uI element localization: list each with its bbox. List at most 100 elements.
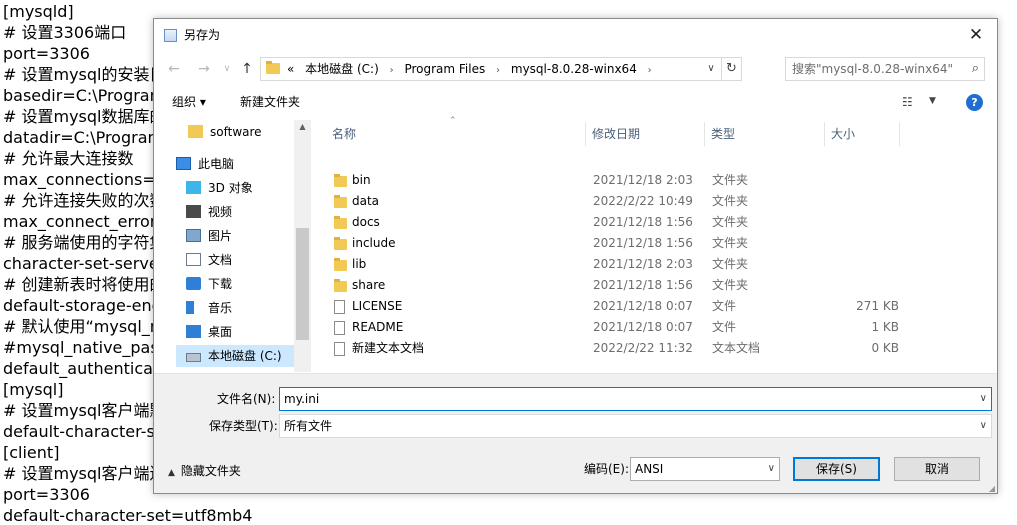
nav-item-this-pc[interactable]: 此电脑 [176, 153, 234, 175]
nav-item-downloads[interactable]: 下载 [186, 273, 232, 295]
nav-scrollbar[interactable]: ▲ [294, 120, 311, 372]
up-arrow-icon[interactable]: ↑ [237, 59, 257, 79]
table-row[interactable]: LICENSE 2021/12/18 0:07 文件 271 KB [314, 296, 997, 317]
table-row[interactable]: docs 2021/12/18 1:56 文件夹 [314, 212, 997, 233]
file-list: ⌃ 名称 修改日期 类型 大小 bin 2021/12/18 2:03 文件夹 … [314, 116, 997, 372]
table-row[interactable]: lib 2021/12/18 2:03 文件夹 [314, 254, 997, 275]
editor-line: [mysqld] [3, 2, 74, 21]
back-arrow-icon[interactable]: ← [164, 59, 184, 79]
nav-item-music[interactable]: 音乐 [186, 297, 232, 319]
table-row[interactable]: 新建文本文档 2022/2/22 11:32 文本文档 0 KB [314, 338, 997, 359]
filename-label: 文件名(N): [217, 392, 276, 406]
nav-item-desktop[interactable]: 桌面 [186, 321, 232, 343]
editor-line: max_connect_errors [3, 212, 165, 231]
breadcrumb-overflow[interactable]: « [287, 62, 294, 76]
table-row[interactable]: share 2021/12/18 1:56 文件夹 [314, 275, 997, 296]
scrollbar-thumb[interactable] [296, 228, 309, 340]
view-options-icon[interactable]: ☷ [902, 95, 913, 109]
editor-line: # 设置mysql的安装目 [3, 65, 166, 84]
chevron-up-icon: ▲ [168, 468, 175, 478]
hide-folders-button[interactable]: ▲ 隐藏文件夹 [168, 463, 241, 481]
text-document-icon [334, 342, 345, 356]
nav-item-documents[interactable]: 文档 [186, 249, 232, 271]
encoding-label: 编码(E): [584, 462, 629, 476]
save-dialog-icon [164, 29, 177, 42]
editor-line: character-set-server [3, 254, 166, 273]
editor-line: [client] [3, 443, 60, 462]
editor-line: # 服务端使用的字符集 [3, 233, 166, 252]
cube-icon [186, 181, 201, 194]
refresh-icon[interactable]: ↻ [721, 58, 741, 80]
editor-line: port=3306 [3, 44, 90, 63]
folder-icon [266, 61, 280, 74]
save-as-dialog: 另存为 ✕ ← → ∨ ↑ « 本地磁盘 (C:) › Program File… [153, 18, 998, 494]
column-header-date[interactable]: 修改日期 [586, 122, 705, 146]
scroll-up-icon[interactable]: ▲ [294, 122, 311, 131]
table-row[interactable]: data 2022/2/22 10:49 文件夹 [314, 191, 997, 212]
forward-arrow-icon[interactable]: → [194, 59, 214, 79]
table-row[interactable]: include 2021/12/18 1:56 文件夹 [314, 233, 997, 254]
breadcrumb-program-files[interactable]: Program Files [404, 62, 485, 76]
chevron-down-icon[interactable]: ∨ [980, 415, 987, 437]
save-button[interactable]: 保存(S) [793, 457, 880, 481]
filetype-label: 保存类型(T): [209, 419, 278, 433]
nav-item-3d-objects[interactable]: 3D 对象 [186, 177, 253, 199]
close-icon[interactable]: ✕ [955, 19, 997, 52]
chevron-right-icon[interactable]: › [390, 65, 394, 76]
editor-line: # 设置mysql客户端默 [3, 401, 166, 420]
editor-line: # 允许连接失败的次数 [3, 191, 166, 210]
folder-icon [334, 237, 347, 250]
nav-item-local-disk-c[interactable]: 本地磁盘 (C:) [176, 345, 294, 367]
chevron-down-icon[interactable]: ∨ [980, 388, 987, 410]
nav-item-software[interactable]: software [188, 121, 262, 143]
title-bar: 另存为 ✕ [154, 19, 997, 52]
table-row[interactable]: bin 2021/12/18 2:03 文件夹 [314, 170, 997, 191]
view-dropdown-icon[interactable]: ▼ [929, 96, 936, 106]
editor-line: default-storage-eng [3, 296, 162, 315]
new-folder-button[interactable]: 新建文件夹 [240, 94, 300, 110]
search-input[interactable]: 搜索"mysql-8.0.28-winx64" ⌕ [785, 57, 985, 81]
nav-item-videos[interactable]: 视频 [186, 201, 232, 223]
search-placeholder: 搜索"mysql-8.0.28-winx64" [792, 62, 953, 76]
navigation-row: ← → ∨ ↑ « 本地磁盘 (C:) › Program Files › my… [154, 55, 997, 83]
filetype-select[interactable]: 所有文件 ∨ [279, 414, 992, 438]
editor-line: port=3306 [3, 485, 90, 504]
editor-line: # 设置mysql客户端连 [3, 464, 166, 483]
help-icon[interactable]: ? [966, 94, 983, 111]
chevron-right-icon[interactable]: › [648, 65, 652, 76]
encoding-select[interactable]: ANSI ∨ [630, 457, 780, 481]
folder-icon [188, 125, 203, 138]
search-icon[interactable]: ⌕ [972, 58, 979, 80]
table-row[interactable]: README 2021/12/18 0:07 文件 1 KB [314, 317, 997, 338]
resize-grip-icon[interactable]: ◢ [989, 484, 995, 493]
organize-button[interactable]: 组织 ▾ [172, 94, 206, 110]
breadcrumb: « 本地磁盘 (C:) › Program Files › mysql-8.0.… [287, 58, 659, 80]
nav-item-pictures[interactable]: 图片 [186, 225, 232, 247]
folder-icon [334, 195, 347, 208]
filename-input[interactable] [284, 390, 964, 408]
document-icon [186, 253, 201, 266]
navigation-pane: software 此电脑 3D 对象 视频 图片 文档 下载 音乐 桌面 本地磁… [154, 120, 311, 372]
editor-line: default-character-set=utf8mb4 [3, 506, 253, 525]
column-header-name[interactable]: 名称 [326, 122, 586, 146]
filename-field[interactable]: ∨ [279, 387, 992, 411]
address-bar[interactable]: « 本地磁盘 (C:) › Program Files › mysql-8.0.… [260, 57, 742, 81]
editor-line: default_authenticati [3, 359, 164, 378]
video-icon [186, 205, 201, 218]
chevron-right-icon[interactable]: › [496, 65, 500, 76]
chevron-down-icon[interactable]: ∨ [768, 458, 775, 480]
breadcrumb-drive[interactable]: 本地磁盘 (C:) [305, 62, 379, 76]
folder-icon [334, 258, 347, 271]
music-icon [186, 301, 194, 314]
file-icon [334, 300, 345, 314]
picture-icon [186, 229, 201, 242]
file-icon [334, 321, 345, 335]
recent-locations-chevron-icon[interactable]: ∨ [217, 59, 237, 79]
chevron-down-icon[interactable]: ∨ [703, 58, 719, 80]
save-options-panel: 文件名(N): ∨ 保存类型(T): 所有文件 ∨ ▲隐藏文件夹 编码(E): … [154, 373, 997, 493]
cancel-button[interactable]: 取消 [894, 457, 980, 481]
breadcrumb-mysql[interactable]: mysql-8.0.28-winx64 [511, 62, 637, 76]
column-header-size[interactable]: 大小 [825, 122, 900, 146]
editor-line: # 允许最大连接数 [3, 149, 134, 168]
column-header-type[interactable]: 类型 [705, 122, 825, 146]
